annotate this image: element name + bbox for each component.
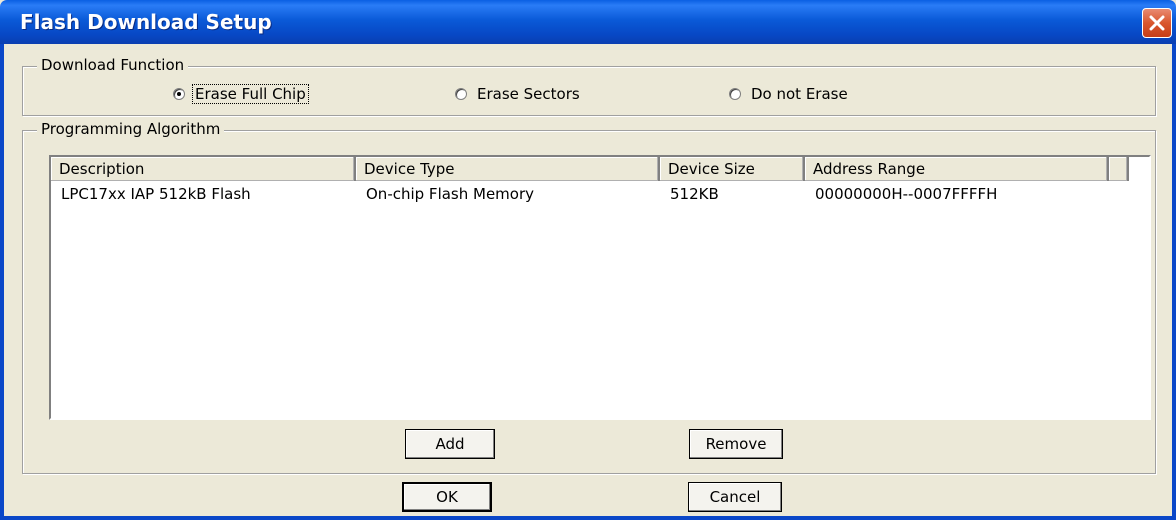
window-frame-left	[0, 44, 4, 520]
column-header-address-range[interactable]: Address Range	[805, 157, 1109, 181]
cell-description: LPC17xx IAP 512kB Flash	[61, 185, 251, 203]
radio-erase-full-chip-label: Erase Full Chip	[192, 84, 309, 104]
add-button[interactable]: Add	[405, 429, 495, 459]
column-header-device-size[interactable]: Device Size	[660, 157, 805, 181]
radio-do-not-erase[interactable]: Do not Erase	[729, 83, 850, 105]
radio-do-not-erase-indicator[interactable]	[729, 88, 741, 100]
close-button[interactable]	[1142, 8, 1172, 38]
column-header-device-type[interactable]: Device Type	[356, 157, 660, 181]
programming-algorithm-label: Programming Algorithm	[37, 120, 225, 138]
cell-device-type: On-chip Flash Memory	[366, 185, 535, 203]
column-header-filler	[1109, 157, 1129, 181]
remove-button[interactable]: Remove	[689, 429, 783, 459]
radio-erase-full-chip[interactable]: Erase Full Chip	[173, 83, 309, 105]
list-header: Description Device Type Device Size Addr…	[51, 157, 1129, 181]
radio-do-not-erase-label: Do not Erase	[751, 85, 848, 103]
radio-erase-sectors[interactable]: Erase Sectors	[455, 83, 582, 105]
radio-erase-sectors-label: Erase Sectors	[477, 85, 580, 103]
column-header-description[interactable]: Description	[51, 157, 356, 181]
window-frame-right	[1172, 44, 1176, 520]
title-bar[interactable]: Flash Download Setup	[0, 0, 1176, 44]
radio-erase-sectors-indicator[interactable]	[455, 88, 467, 100]
cancel-button[interactable]: Cancel	[688, 482, 782, 512]
table-row[interactable]: LPC17xx IAP 512kB Flash On-chip Flash Me…	[51, 185, 1109, 207]
cell-device-size: 512KB	[670, 185, 719, 203]
algorithm-list[interactable]: Description Device Type Device Size Addr…	[49, 155, 1151, 420]
window-frame-bottom	[0, 516, 1176, 520]
close-icon	[1149, 15, 1165, 31]
cell-address-range: 00000000H--0007FFFFH	[815, 185, 998, 203]
programming-algorithm-group: Programming Algorithm Description Device…	[22, 120, 1156, 474]
radio-erase-full-chip-indicator[interactable]	[173, 88, 185, 100]
download-function-group: Download Function Erase Full Chip Erase …	[22, 56, 1156, 116]
ok-button[interactable]: OK	[402, 482, 492, 512]
download-function-label: Download Function	[37, 56, 189, 74]
window-title: Flash Download Setup	[20, 10, 272, 34]
